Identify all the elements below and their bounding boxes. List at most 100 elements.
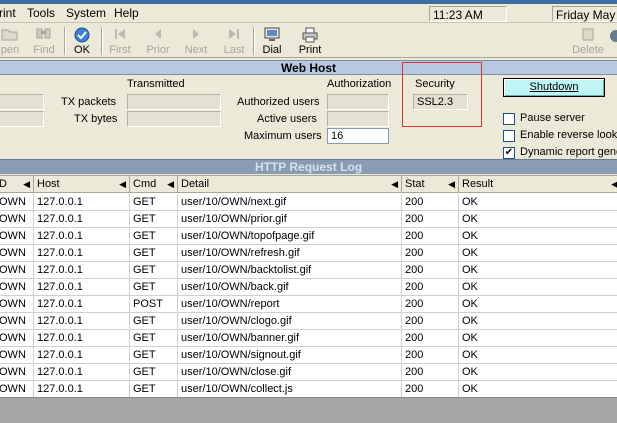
cell-host: 127.0.0.1 (34, 279, 130, 296)
cell-cmd: GET (130, 364, 178, 381)
column-header-result[interactable]: Result◀ (459, 176, 617, 193)
web-host-section-title: Web Host (0, 60, 617, 75)
table-row[interactable]: OWN 127.0.0.1 GET user/10/OWN/topofpage.gif… (0, 228, 617, 245)
table-row[interactable]: OWN 127.0.0.1 GET user/10/OWN/clogo.gif 200 O… (0, 313, 617, 330)
cell-host: 127.0.0.1 (34, 228, 130, 245)
column-header-d[interactable]: D◀ (0, 176, 34, 193)
table-row[interactable]: OWN 127.0.0.1 GET user/10/OWN/back.gif 200 OK (0, 279, 617, 296)
menu-print[interactable]: rint (0, 6, 16, 20)
cell-result: OK (462, 366, 478, 378)
http-log-section-title: HTTP Request Log (0, 159, 617, 174)
cell-host: 127.0.0.1 (34, 330, 130, 347)
tx-packets-label: TX packets (61, 96, 117, 108)
sort-arrow-icon[interactable]: ◀ (119, 179, 126, 190)
column-header-detail[interactable]: Detail ◀ (178, 176, 402, 193)
cell-user: OWN (0, 245, 34, 262)
sort-arrow-icon[interactable]: ◀ (448, 179, 455, 190)
cell-user: OWN (0, 364, 34, 381)
table-row[interactable]: OWN 127.0.0.1 GET user/10/OWN/next.gif 200 OK (0, 194, 617, 211)
cell-user: OWN (0, 330, 34, 347)
active-users-label: Active users (257, 113, 317, 125)
ok-button[interactable]: OK (66, 25, 98, 57)
menu-system[interactable]: System (66, 6, 106, 20)
column-header-cmd[interactable]: Cmd ◀ (130, 176, 178, 193)
last-label: Last (223, 44, 245, 56)
sort-arrow-icon[interactable]: ◀ (167, 179, 174, 190)
folder-open-icon (1, 27, 19, 44)
toolbar-separator (101, 27, 103, 55)
cell-stat: 200 (402, 228, 459, 245)
cell-stat: 200 (402, 245, 459, 262)
cell-host: 127.0.0.1 (34, 211, 130, 228)
prior-button[interactable]: Prior (142, 25, 174, 57)
reverse-lookup-checkbox[interactable] (503, 130, 515, 142)
table-row[interactable]: OWN 127.0.0.1 POST user/10/OWN/report 200 OK (0, 296, 617, 313)
column-header-host[interactable]: Host ◀ (34, 176, 130, 193)
cell-result: OK (462, 213, 478, 225)
shutdown-button[interactable]: Shutdown (503, 78, 605, 97)
maximum-users-input[interactable]: 16 (327, 128, 389, 144)
tx-bytes-label: TX bytes (74, 113, 118, 125)
column-header-stat[interactable]: Stat ◀ (402, 176, 459, 193)
ok-label: OK (74, 44, 90, 56)
table-row[interactable]: OWN 127.0.0.1 GET user/10/OWN/refresh.gif 20… (0, 245, 617, 262)
table-row[interactable]: OWN 127.0.0.1 GET user/10/OWN/collect.js 200… (0, 381, 617, 397)
delete-button[interactable]: Delete (570, 25, 606, 57)
cell-stat: 200 (402, 313, 459, 330)
table-header: D◀ Host◀ Cmd◀ Detail◀ Stat◀ Result◀ (0, 176, 617, 193)
cell-user: OWN (0, 347, 34, 364)
cell-cmd: GET (130, 313, 178, 330)
tx-packets-field (127, 94, 221, 110)
print-button[interactable]: Print (294, 25, 326, 57)
pause-server-label: Pause server (520, 112, 585, 124)
menu-tools[interactable]: Tools (27, 6, 55, 20)
table-row[interactable]: OWN 127.0.0.1 GET user/10/OWN/prior.gif 200 O… (0, 211, 617, 228)
exit-button[interactable] (608, 25, 617, 57)
next-button[interactable]: Next (180, 25, 212, 57)
cell-detail: user/10/OWN/back.gif (178, 279, 402, 296)
cell-result: OK (462, 298, 478, 310)
clock-time: 11:23 AM (429, 6, 507, 22)
authorization-header: Authorization (327, 78, 392, 90)
menu-bar: rint Tools System Help 11:23 AM Friday M… (0, 4, 617, 36)
find-button[interactable]: Find (28, 25, 60, 57)
cell-stat: 200 (402, 364, 459, 381)
cell-cmd: GET (130, 245, 178, 262)
http-request-log-table[interactable]: D◀ Host◀ Cmd◀ Detail◀ Stat◀ Result◀ OWN1… (0, 175, 617, 397)
open-button[interactable]: pen (0, 25, 26, 57)
table-row[interactable]: OWN 127.0.0.1 GET user/10/OWN/close.gif 200 O… (0, 364, 617, 381)
cell-cmd: GET (130, 279, 178, 296)
cell-user: OWN (0, 279, 34, 296)
dynamic-report-label: Dynamic report gene (520, 146, 617, 158)
cell-result: OK (462, 315, 478, 327)
sort-arrow-icon[interactable]: ◀ (391, 179, 398, 190)
cell-detail: user/10/OWN/topofpage.gif (178, 228, 402, 245)
cell-detail: user/10/OWN/close.gif (178, 364, 402, 381)
first-button[interactable]: First (104, 25, 136, 57)
cell-result: OK (462, 383, 478, 395)
prior-label: Prior (146, 44, 170, 56)
pause-server-checkbox[interactable] (503, 113, 515, 125)
reverse-lookup-label: Enable reverse looku (520, 129, 617, 141)
dial-button[interactable]: Dial (256, 25, 288, 57)
table-row[interactable]: OWN 127.0.0.1 GET user/10/OWN/banner.gif 200… (0, 330, 617, 347)
dynamic-report-checkbox[interactable]: ✔ (503, 147, 515, 159)
transmitted-header: Transmitted (127, 78, 185, 90)
security-header: Security (415, 78, 455, 90)
table-row[interactable]: OWN 127.0.0.1 GET user/10/OWN/backtolist.gi… (0, 262, 617, 279)
table-row[interactable]: OWN 127.0.0.1 GET user/10/OWN/signout.gif 20… (0, 347, 617, 364)
dial-label: Dial (262, 44, 282, 56)
sort-arrow-icon[interactable]: ◀ (23, 179, 30, 190)
menu-help[interactable]: Help (114, 6, 139, 20)
cell-host: 127.0.0.1 (34, 262, 130, 279)
last-button[interactable]: Last (218, 25, 250, 57)
cell-user: OWN (0, 381, 34, 397)
sort-arrow-icon[interactable]: ◀ (611, 179, 617, 190)
delete-label: Delete (572, 44, 604, 56)
authorized-users-label: Authorized users (237, 96, 320, 108)
cell-cmd: GET (130, 381, 178, 397)
cell-cmd: GET (130, 194, 178, 211)
shutdown-label: Shutdown (529, 81, 579, 93)
status-bar (0, 397, 617, 423)
cell-result: OK (462, 230, 478, 242)
